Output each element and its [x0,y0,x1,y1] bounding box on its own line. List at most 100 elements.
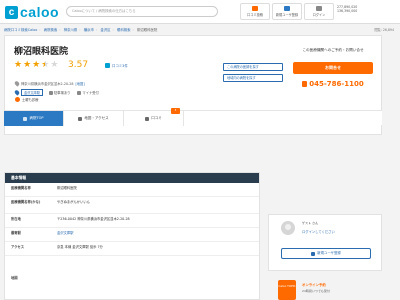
clinic-tabs: 病院TOP 地図・アクセス 口コミ 3 [4,108,382,126]
breadcrumb-item[interactable]: 病院口コミ検索Caloo [4,28,37,32]
info-value: やぎぬまがんかいいん [57,200,90,204]
post-review-button[interactable]: 口コミ投稿 [240,3,270,20]
tab-label: 病院TOP [29,116,44,120]
map-pin-icon [13,80,21,87]
avatar [281,221,295,235]
pen-icon [252,6,258,11]
register-label: 新規ユーザ登録 [317,251,341,255]
info-key: 医療機関名称(かな) [11,200,41,204]
logo-mark-icon: c [5,5,18,19]
review-count-label: 口コミ3件 [112,64,128,68]
info-value: 〒236-0042 神奈川県横浜市金沢区並木2-20-28 [57,217,130,221]
topic-badge: Caloo TOPIC [278,280,296,300]
find-doctor-link[interactable]: この病院の医師を探す [223,63,283,71]
breadcrumb-item[interactable]: 金沢区 [100,28,110,32]
star-full-icon: ★ [14,60,23,70]
card-icon [77,90,82,95]
map-icon [78,116,83,121]
tab-label: 地図・アクセス [84,116,109,120]
contact-panel: この医療機関へのご予約・お問い合せ お問合せ 045-786-1100 [285,40,381,92]
info-key: 医療機関名称 [11,186,31,190]
breadcrumb-item[interactable]: 病院検索 [44,28,58,32]
info-key: 地図 [11,276,18,280]
feature-label: 駐車場あり [53,91,71,95]
basic-info-section: 基本情報 医療機関名称 柳沼眼科医院 医療機関名称(かな) やぎぬまがんかいいん… [4,172,260,300]
feature-chip: 駐車場あり [48,90,71,95]
stat-value: 136,390,000 [337,9,358,13]
register-button[interactable]: 新規ユーザ登録 [272,3,302,20]
search-input[interactable]: Calooについて / 病院検索の仕方はこちら [66,6,218,17]
features-row: 金沢文庫駅 駐車場あり マイナ受付 [13,89,104,96]
station-tag[interactable]: 金沢文庫駅 [21,89,43,96]
site-stats: 277,890,020 136,390,000 [337,5,357,13]
hours-text: 土曜も診療 [22,98,39,102]
hours-badge: 土曜も診療 [15,97,38,102]
tab-clinic-top[interactable]: 病院TOP [4,111,64,126]
info-row: アクセス 京急 本線 金沢文庫駅 徒歩 7分 [5,242,259,256]
info-key: アクセス [11,245,25,249]
promo-banner[interactable]: Caloo TOPIC オンライン予約 24時間いつでも受付 [278,280,388,300]
promo-subtitle: 24時間いつでも受付 [302,289,330,293]
login-label: ログイン [312,13,326,17]
map-link[interactable]: [地図] [75,81,84,86]
star-full-icon: ★ [32,60,41,70]
login-link[interactable]: ログインしてください [302,229,335,234]
feature-chip: マイナ受付 [77,90,99,95]
promo-title-text: オンライン予約 [302,283,326,287]
user-plus-icon [284,6,290,11]
clinic-name: 柳沼眼科医院 [14,47,69,57]
phone-text: 045-786-1100 [309,80,364,88]
tab-label: 口コミ [151,116,162,120]
caloo-logo[interactable]: c caloo [5,4,59,20]
key-icon [316,6,322,11]
feature-label: マイナ受付 [82,91,99,95]
guest-panel: ゲスト さん ログインしてください 新規ユーザ登録 [268,214,382,271]
info-key: 所在地 [11,217,21,221]
info-value: 京急 本線 金沢文庫駅 徒歩 7分 [57,245,103,249]
nearby-clinics-link[interactable]: 地域内の病院を探す [223,74,283,82]
info-row: 最寄駅 金沢文庫駅 [5,228,259,242]
user-icon [311,251,316,256]
register-label: 新規ユーザ登録 [275,13,299,17]
sidebar-register-button[interactable]: 新規ユーザ登録 [281,248,371,259]
info-key: 最寄駅 [11,231,21,235]
info-row: 所在地 〒236-0042 神奈川県横浜市金沢区並木2-20-28 [5,214,259,228]
info-row: 医療機関名称(かな) やぎぬまがんかいいん [5,197,259,214]
tab-map-access[interactable]: 地図・アクセス [64,111,124,126]
phone-icon [302,81,308,87]
info-row: 地図 [5,256,259,299]
home-icon [23,116,28,121]
breadcrumb: 病院口コミ検索Caloo › 病院検索 › 神奈川県 › 横浜市 › 金沢区 › 眼科検索… [4,28,158,32]
info-row: 医療機関名称 柳沼眼科医院 [5,183,259,197]
rating-stars: ★ ★ ★ ★ ★ [14,61,58,70]
breadcrumb-current: 柳沼眼科医院 [136,28,158,32]
breadcrumb-item[interactable]: 横浜市 [84,28,94,32]
phone-number[interactable]: 045-786-1100 [285,80,381,88]
breadcrumb-item[interactable]: 眼科検索 [117,28,131,32]
breadcrumb-item[interactable]: 神奈川県 [64,28,78,32]
guest-name-text: ゲスト [302,221,312,225]
comment-icon [105,63,110,68]
guest-name: ゲスト さん [302,221,318,225]
section-title: 基本情報 [5,173,259,183]
logo-text: caloo [20,4,60,20]
login-button[interactable]: ログイン [304,3,334,20]
parking-icon [48,90,53,95]
info-value: 柳沼眼科医院 [57,186,77,190]
guest-name-suffix: さん [312,221,319,225]
review-count-badge: 3 [171,108,180,114]
address-row: 神奈川県横浜市金沢区並木2-20-28 [地図] [13,80,85,87]
train-icon [13,89,21,96]
star-full-icon: ★ [23,60,32,70]
review-count-link[interactable]: 口コミ3件 [105,63,128,68]
station-link[interactable]: 金沢文庫駅 [57,231,73,236]
site-header: c caloo Calooについて / 病院検索の仕方はこちら 口コミ投稿 新規… [0,0,400,24]
tab-reviews[interactable]: 口コミ 3 [124,108,184,126]
promo-title: オンライン予約 [302,282,326,287]
star-empty-icon: ★ [50,60,59,70]
star-half-icon: ★ [41,60,50,70]
rating-score: 3.57 [68,60,89,70]
contact-heading: この医療機関へのご予約・お問い合せ [302,48,364,52]
inquiry-button[interactable]: お問合せ [293,62,373,74]
comment-icon [145,116,150,121]
